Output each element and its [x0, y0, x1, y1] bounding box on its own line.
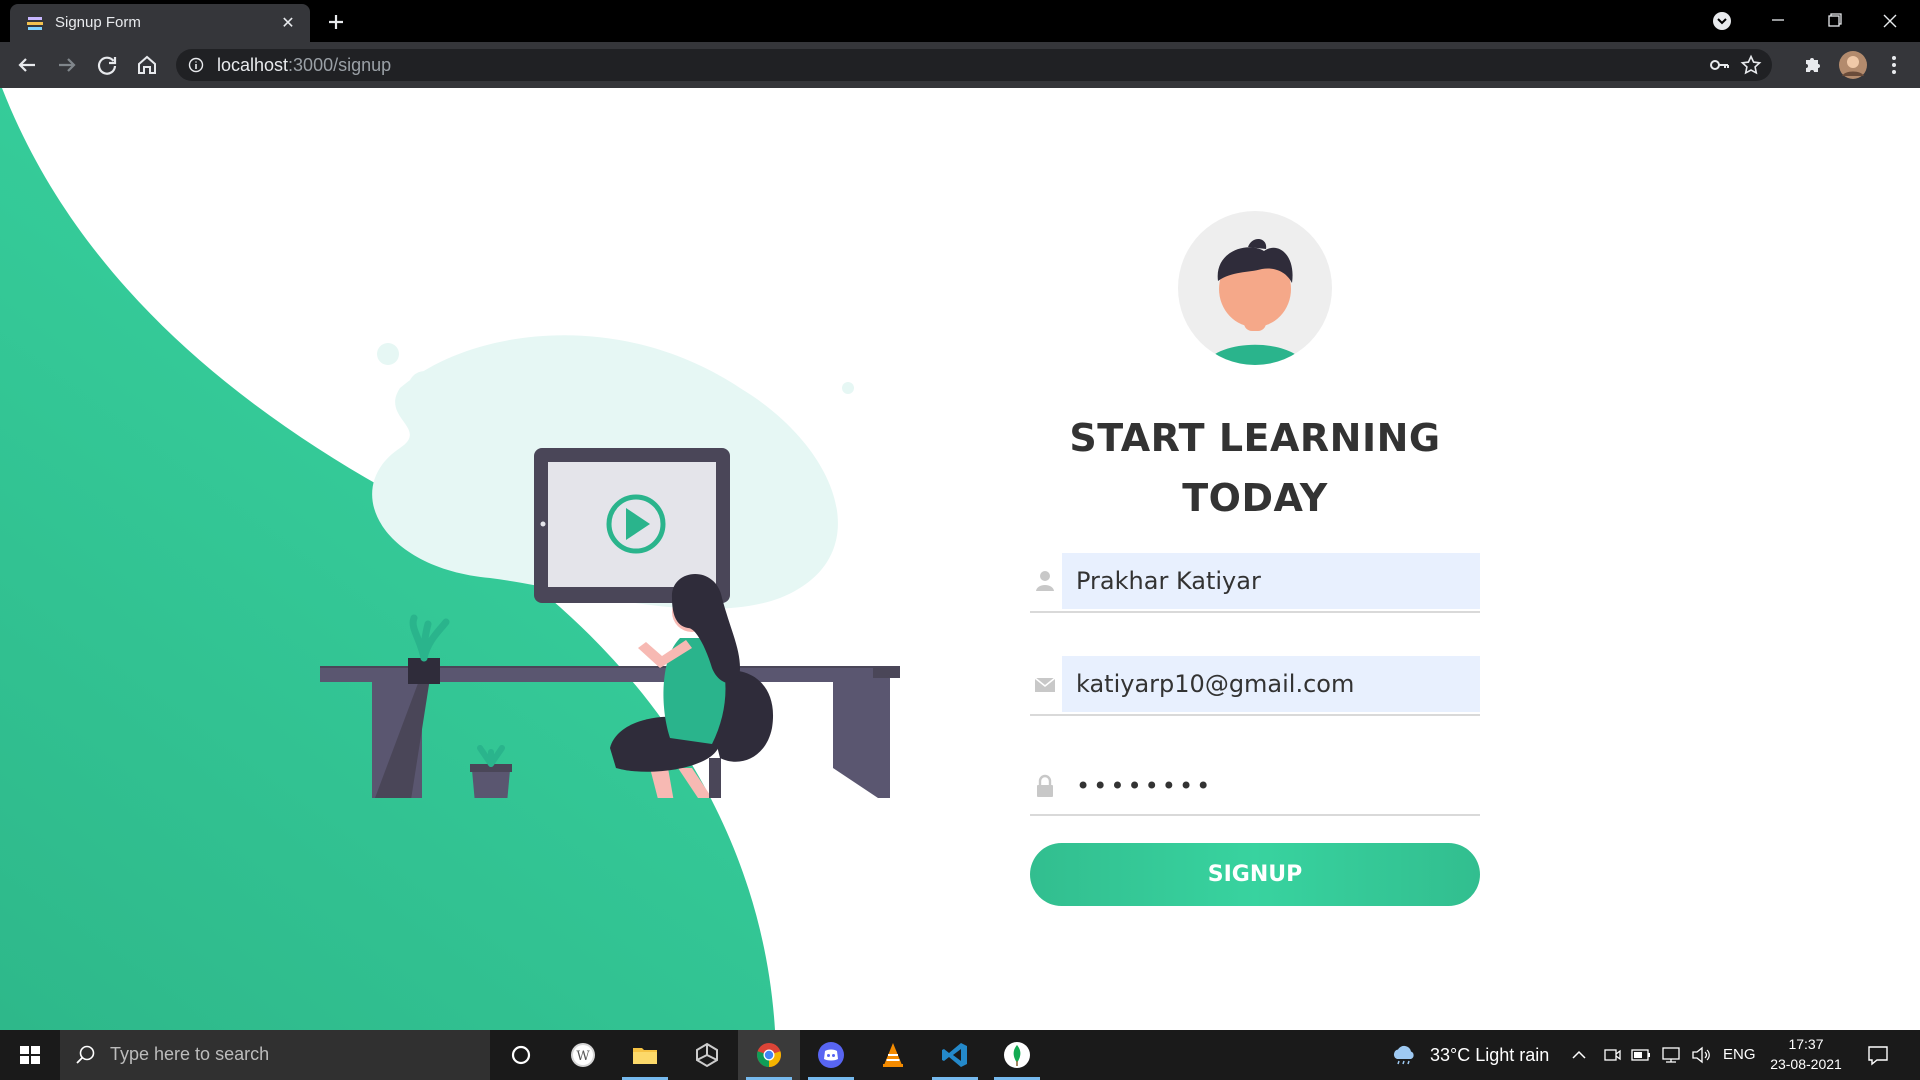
url-text[interactable]: localhost:3000/signup	[217, 55, 391, 76]
home-icon[interactable]	[133, 51, 161, 79]
lock-icon	[1037, 774, 1053, 797]
notifications-icon[interactable]	[1866, 1043, 1890, 1067]
name-field: Prakhar Katiyar	[1030, 553, 1480, 613]
back-icon[interactable]	[13, 51, 41, 79]
close-icon[interactable]: ✕	[276, 11, 300, 35]
chrome-icon	[757, 1043, 781, 1067]
network-icon[interactable]	[1660, 1045, 1682, 1065]
stack-icon	[27, 17, 43, 30]
tab-title: Signup Form	[55, 14, 141, 31]
taskbar-app-vscode[interactable]	[924, 1030, 986, 1080]
taskbar-app-file-explorer[interactable]	[614, 1030, 676, 1080]
taskbar-app-discord[interactable]	[800, 1030, 862, 1080]
mongodb-icon	[1004, 1042, 1030, 1068]
info-icon[interactable]	[188, 57, 204, 73]
name-input[interactable]: Prakhar Katiyar	[1062, 553, 1480, 609]
reload-icon[interactable]	[93, 51, 121, 79]
unity-icon	[696, 1042, 718, 1068]
cortana-icon	[511, 1045, 531, 1065]
star-icon[interactable]	[1740, 54, 1762, 76]
browser-tab[interactable]: Signup Form ✕	[10, 4, 310, 42]
browser-tabbar: Signup Form ✕	[0, 0, 1920, 42]
page-title: START LEARNING TODAY	[1030, 408, 1480, 528]
language-indicator[interactable]: ENG	[1723, 1046, 1756, 1063]
menu-dots-icon[interactable]	[1880, 51, 1908, 79]
browser-toolbar: localhost:3000/signup	[0, 42, 1920, 88]
cloud-rain-icon[interactable]	[1390, 1044, 1418, 1066]
windows-taskbar: Type here to search W 33°C Light rain EN…	[0, 1030, 1920, 1080]
profile-avatar-icon[interactable]	[1838, 50, 1868, 80]
taskbar-app-wordpress[interactable]: W	[552, 1030, 614, 1080]
vlc-icon	[883, 1043, 903, 1067]
svg-text:W: W	[576, 1049, 590, 1064]
tab-search-icon[interactable]	[1702, 6, 1742, 36]
password-field: ••••••••	[1030, 758, 1480, 816]
volume-icon[interactable]	[1690, 1045, 1712, 1065]
key-icon[interactable]	[1708, 54, 1730, 76]
forward-icon[interactable]	[53, 51, 81, 79]
envelope-icon	[1034, 677, 1056, 692]
taskbar-app-mongodb[interactable]	[986, 1030, 1048, 1080]
user-icon	[1036, 571, 1054, 591]
taskbar-search-box[interactable]: Type here to search	[60, 1030, 490, 1080]
online-learning-illustration	[320, 335, 900, 798]
clock-date: 23-08-2021	[1770, 1056, 1842, 1072]
battery-icon[interactable]	[1630, 1045, 1652, 1065]
weather-text[interactable]: 33°C Light rain	[1430, 1045, 1549, 1066]
signup-button[interactable]: SIGNUP	[1030, 843, 1480, 906]
new-tab-icon[interactable]	[322, 8, 350, 36]
meet-now-icon[interactable]	[1602, 1045, 1622, 1065]
windows-start-icon[interactable]	[0, 1030, 60, 1080]
discord-icon	[818, 1042, 844, 1068]
clock[interactable]: 17:37 23-08-2021	[1760, 1034, 1852, 1076]
chevron-up-icon[interactable]	[1570, 1046, 1588, 1064]
address-bar[interactable]: localhost:3000/signup	[176, 49, 1772, 81]
taskbar-app-chrome[interactable]	[738, 1030, 800, 1080]
close-window-icon[interactable]	[1870, 6, 1910, 36]
clock-time: 17:37	[1788, 1036, 1824, 1052]
vscode-icon	[942, 1043, 967, 1067]
page-title-line2: TODAY	[1182, 476, 1328, 520]
extensions-icon[interactable]	[1798, 51, 1826, 79]
signup-page: START LEARNING TODAY Prakhar Katiyar kat…	[0, 88, 1920, 1030]
folder-icon	[633, 1048, 657, 1064]
restore-icon[interactable]	[1814, 6, 1854, 36]
search-icon	[76, 1045, 95, 1064]
password-input[interactable]: ••••••••	[1062, 758, 1480, 814]
search-placeholder: Type here to search	[110, 1044, 270, 1064]
taskbar-app-unity[interactable]	[676, 1030, 738, 1080]
email-input[interactable]: katiyarp10@gmail.com	[1062, 656, 1480, 712]
cortana-button[interactable]	[490, 1030, 552, 1080]
minimize-icon[interactable]	[1758, 6, 1798, 36]
taskbar-app-vlc[interactable]	[862, 1030, 924, 1080]
user-avatar-icon	[1178, 211, 1332, 365]
page-title-line1: START LEARNING	[1069, 416, 1441, 460]
email-field: katiyarp10@gmail.com	[1030, 656, 1480, 716]
wordpress-icon: W	[571, 1043, 595, 1067]
